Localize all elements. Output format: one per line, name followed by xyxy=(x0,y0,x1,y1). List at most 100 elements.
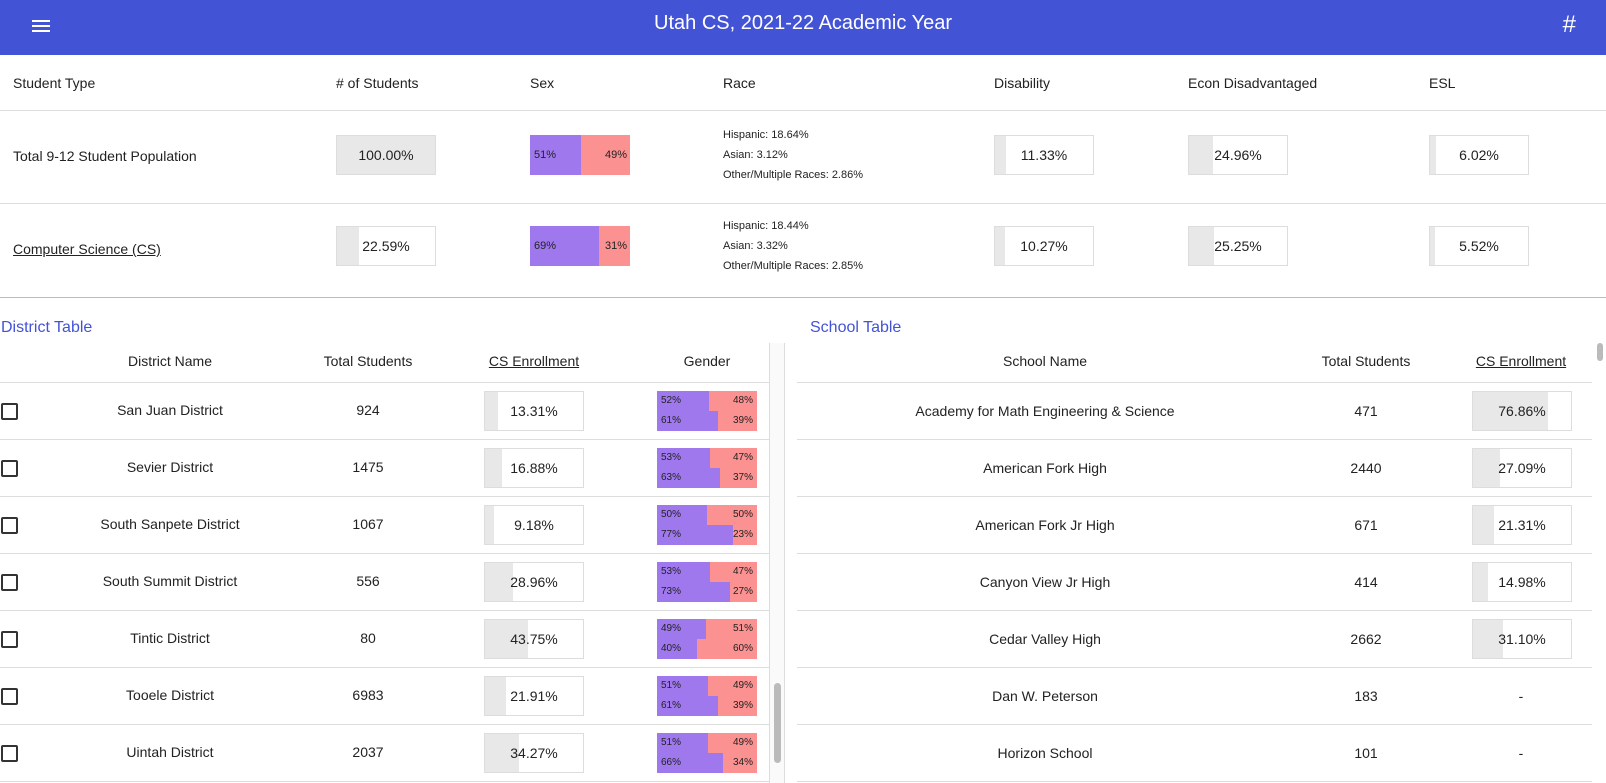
cs-enrollment-bar: 76.86% xyxy=(1472,391,1572,431)
district-row: South Summit District 556 28.96% 53% 47% 73% 2… xyxy=(0,554,783,611)
disability-bar: 10.27% xyxy=(994,226,1094,266)
summary-header-row: Student Type # of Students Sex Race Disa… xyxy=(0,55,1606,111)
school-table-title: School Table xyxy=(810,319,902,336)
disability-bar: 11.33% xyxy=(994,135,1094,175)
gender-bar: 50% 50% 77% 23% xyxy=(657,505,757,545)
district-row: Tintic District 80 43.75% 49% 51% 40% 60% xyxy=(0,611,783,668)
gender-bar: 49% 51% 40% 60% xyxy=(657,619,757,659)
econ-bar: 25.25% xyxy=(1188,226,1288,266)
app-bar: Utah CS, 2021-22 Academic Year # xyxy=(0,0,1606,55)
district-name: Uintah District xyxy=(126,744,214,760)
col-disability: Disability xyxy=(994,75,1051,91)
col-econ: Econ Disadvantaged xyxy=(1188,75,1318,91)
row-checkbox[interactable] xyxy=(1,460,18,477)
sort-cs-enrollment[interactable]: CS Enrollment xyxy=(489,353,579,369)
econ-bar: 24.96% xyxy=(1188,135,1288,175)
district-name: San Juan District xyxy=(117,402,223,418)
col-race: Race xyxy=(723,75,756,91)
hash-icon[interactable]: # xyxy=(1563,11,1576,39)
school-name: Horizon School xyxy=(997,745,1093,761)
row-checkbox[interactable] xyxy=(1,631,18,648)
esl-bar: 6.02% xyxy=(1429,135,1529,175)
total-students: 2440 xyxy=(1350,460,1382,476)
scrollbar-thumb[interactable] xyxy=(1597,343,1603,361)
total-students: 80 xyxy=(360,630,376,646)
sort-cs-enrollment[interactable]: CS Enrollment xyxy=(1476,353,1566,369)
race-breakdown: Hispanic: 18.44% Asian: 3.32% Other/Mult… xyxy=(723,220,864,272)
district-name: Tooele District xyxy=(126,687,214,703)
district-row: Tooele District 6983 21.91% 51% 49% 61% 39% xyxy=(0,668,783,725)
cs-enrollment: - xyxy=(1518,745,1524,761)
school-row: Horizon School 101 - xyxy=(797,725,1592,782)
cs-enrollment-bar: 13.31% xyxy=(484,391,584,431)
esl-bar: 5.52% xyxy=(1429,226,1529,266)
cs-enrollment-bar: 14.98% xyxy=(1472,562,1572,602)
district-name: Tintic District xyxy=(130,630,210,646)
col-total-students: Total Students xyxy=(1321,353,1411,369)
cs-enrollment-bar: 31.10% xyxy=(1472,619,1572,659)
cs-enrollment-bar: 16.88% xyxy=(484,448,584,488)
school-table: School Name Total Students CS Enrollment… xyxy=(797,343,1606,783)
district-row: San Juan District 924 13.31% 52% 48% 61% 39% xyxy=(0,383,783,440)
col-student-type: Student Type xyxy=(13,75,96,91)
total-students: 671 xyxy=(1354,517,1378,533)
district-table-title: District Table xyxy=(1,319,93,336)
summary-row-cs: Computer Science (CS) 22.59% 69% 31% His… xyxy=(0,204,1606,297)
school-row: Dan W. Peterson 183 - xyxy=(797,668,1592,725)
scrollbar-thumb[interactable] xyxy=(774,683,781,763)
school-scrollbar[interactable] xyxy=(1594,343,1606,783)
cs-enrollment: - xyxy=(1518,688,1524,704)
page-title: Utah CS, 2021-22 Academic Year xyxy=(654,12,952,34)
district-table: District Name Total Students CS Enrollme… xyxy=(0,343,785,783)
summary-row-total: Total 9-12 Student Population 100.00% 51… xyxy=(0,111,1606,204)
school-table-header: School Name Total Students CS Enrollment xyxy=(797,343,1592,383)
total-students: 2662 xyxy=(1350,631,1382,647)
school-row: American Fork Jr High 671 21.31% xyxy=(797,497,1592,554)
total-students: 1067 xyxy=(352,516,384,532)
school-name: Canyon View Jr High xyxy=(979,574,1111,590)
col-num-students: # of Students xyxy=(336,75,419,91)
total-students: 556 xyxy=(356,573,380,589)
district-name: Sevier District xyxy=(126,459,214,475)
cs-enrollment-bar: 9.18% xyxy=(484,505,584,545)
district-row: South Sanpete District 1067 9.18% 50% 50% 77%… xyxy=(0,497,783,554)
cs-link[interactable]: Computer Science (CS) xyxy=(13,241,161,257)
cs-enrollment-bar: 21.31% xyxy=(1472,505,1572,545)
school-name: Academy for Math Engineering & Science xyxy=(915,403,1175,419)
district-scrollbar[interactable] xyxy=(769,343,784,783)
cs-enrollment-bar: 21.91% xyxy=(484,676,584,716)
cs-enrollment-bar: 27.09% xyxy=(1472,448,1572,488)
total-students: 183 xyxy=(1354,688,1378,704)
col-gender: Gender xyxy=(683,353,731,369)
school-row: Cedar Valley High 2662 31.10% xyxy=(797,611,1592,668)
school-row: American Fork High 2440 27.09% xyxy=(797,440,1592,497)
gender-bar: 52% 48% 61% 39% xyxy=(657,391,757,431)
total-students: 924 xyxy=(356,402,380,418)
col-total-students: Total Students xyxy=(323,353,413,369)
col-sex: Sex xyxy=(530,75,555,91)
total-students: 471 xyxy=(1354,403,1378,419)
row-checkbox[interactable] xyxy=(1,574,18,591)
total-students: 2037 xyxy=(352,744,384,760)
row-checkbox[interactable] xyxy=(1,403,18,420)
total-students: 1475 xyxy=(352,459,384,475)
district-name: South Sanpete District xyxy=(100,516,240,532)
total-students: 6983 xyxy=(352,687,384,703)
gender-bar: 53% 47% 73% 27% xyxy=(657,562,757,602)
gender-bar: 51% 49% 66% 34% xyxy=(657,733,757,773)
students-bar: 100.00% xyxy=(336,135,436,175)
total-students: 414 xyxy=(1354,574,1378,590)
row-checkbox[interactable] xyxy=(1,688,18,705)
gender-bar: 53% 47% 63% 37% xyxy=(657,448,757,488)
cs-enrollment-bar: 34.27% xyxy=(484,733,584,773)
row-checkbox[interactable] xyxy=(1,517,18,534)
gender-bar: 51% 49% 61% 39% xyxy=(657,676,757,716)
sex-bar: 51% 49% xyxy=(530,135,630,175)
school-row: Academy for Math Engineering & Science 47… xyxy=(797,383,1592,440)
students-bar: 22.59% xyxy=(336,226,436,266)
col-esl: ESL xyxy=(1429,75,1456,91)
district-row: Uintah District 2037 34.27% 51% 49% 66% 34% xyxy=(0,725,783,782)
district-table-header: District Name Total Students CS Enrollme… xyxy=(0,343,784,383)
district-name: South Summit District xyxy=(102,573,238,589)
row-checkbox[interactable] xyxy=(1,745,18,762)
